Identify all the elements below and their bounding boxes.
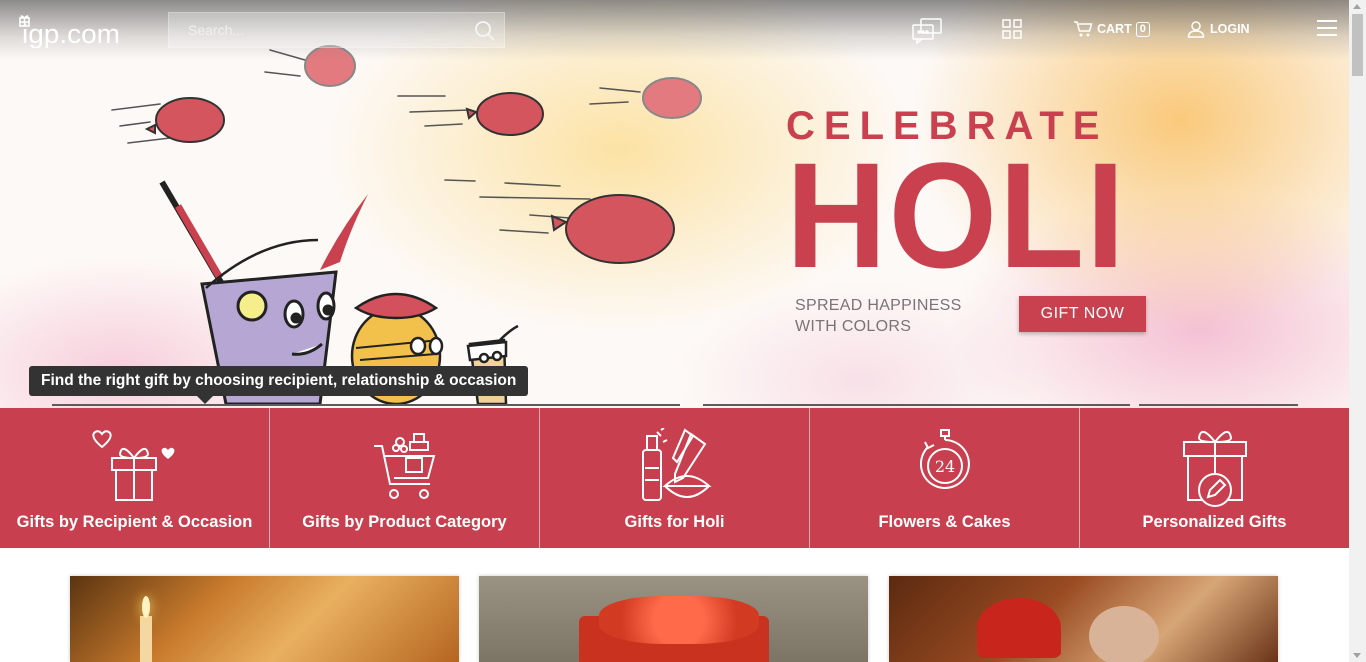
hero-tagline-line2: WITH COLORS (795, 318, 912, 335)
red-beanie-image (977, 598, 1061, 658)
category-holi[interactable]: Gifts for Holi (540, 408, 810, 548)
svg-text:24: 24 (934, 457, 954, 476)
category-label: Gifts for Holi (624, 513, 725, 531)
user-icon (1187, 21, 1205, 38)
face-image (1089, 606, 1159, 662)
category-recipient-occasion[interactable]: Gifts by Recipient & Occasion (0, 408, 270, 548)
carousel-divider (1139, 404, 1298, 406)
igp-logo[interactable]: igp.com (18, 12, 128, 48)
category-label: Personalized Gifts (1142, 513, 1287, 531)
category-product-category[interactable]: Gifts by Product Category (270, 408, 540, 548)
cart-button[interactable]: CART 0 (1073, 18, 1150, 40)
category-label: Gifts by Recipient & Occasion (16, 513, 253, 531)
category-label: Flowers & Cakes (878, 513, 1011, 531)
top-navigation-bar: igp.com CART 0 (0, 0, 1349, 60)
scrollbar-thumb[interactable] (1352, 14, 1363, 76)
hero-headline-large: HOLI (786, 131, 1127, 299)
holi-illustration (111, 45, 702, 406)
category-personalized[interactable]: Personalized Gifts (1080, 408, 1349, 548)
candle-image (140, 616, 152, 662)
cart-label: CART (1097, 22, 1132, 36)
carousel-divider (703, 404, 1130, 406)
search-icon[interactable] (472, 18, 498, 44)
gift-now-button[interactable]: GIFT NOW (1019, 296, 1146, 332)
category-tooltip: Find the right gift by choosing recipien… (29, 366, 529, 404)
hero-tagline-line1: SPREAD HAPPINESS (795, 297, 962, 314)
search-box (168, 12, 505, 48)
gift-box-hearts-icon (91, 430, 174, 501)
hamburger-menu-icon[interactable] (1317, 20, 1337, 36)
featured-card-gift[interactable] (479, 576, 868, 662)
shopping-cart-icon (373, 433, 435, 499)
hero-banner[interactable]: CELEBRATE HOLI SPREAD HAPPINESS WITH COL… (0, 0, 1349, 408)
personalized-gift-icon (1182, 431, 1247, 507)
page-scrollbar[interactable] (1349, 0, 1366, 662)
scroll-up-arrow-icon[interactable] (1353, 4, 1361, 9)
featured-card-candle[interactable] (70, 576, 459, 662)
category-bar: Gifts by Recipient & Occasion Gifts by P… (0, 408, 1349, 548)
24-hour-delivery-icon: 24 (919, 429, 970, 489)
cart-icon (1074, 21, 1093, 37)
carousel-divider (52, 404, 680, 406)
category-label: Gifts by Product Category (302, 513, 507, 531)
hero-tagline: SPREAD HAPPINESS WITH COLORS (795, 295, 962, 337)
scroll-down-arrow-icon[interactable] (1353, 653, 1361, 658)
category-flowers-cakes[interactable]: 24 Flowers & Cakes (810, 408, 1080, 548)
search-input[interactable] (169, 13, 459, 47)
candle-flame-image (142, 596, 150, 618)
cart-count-badge: 0 (1135, 21, 1150, 37)
login-label: LOGIN (1210, 22, 1250, 36)
featured-card-couple[interactable] (889, 576, 1278, 662)
chat-icon[interactable] (911, 16, 943, 44)
login-button[interactable]: LOGIN (1187, 18, 1250, 40)
holi-colors-icon (641, 428, 712, 501)
grid-menu-icon[interactable] (1002, 19, 1022, 39)
logo-text: igp.com (22, 19, 120, 48)
gift-bow-image (599, 596, 759, 644)
